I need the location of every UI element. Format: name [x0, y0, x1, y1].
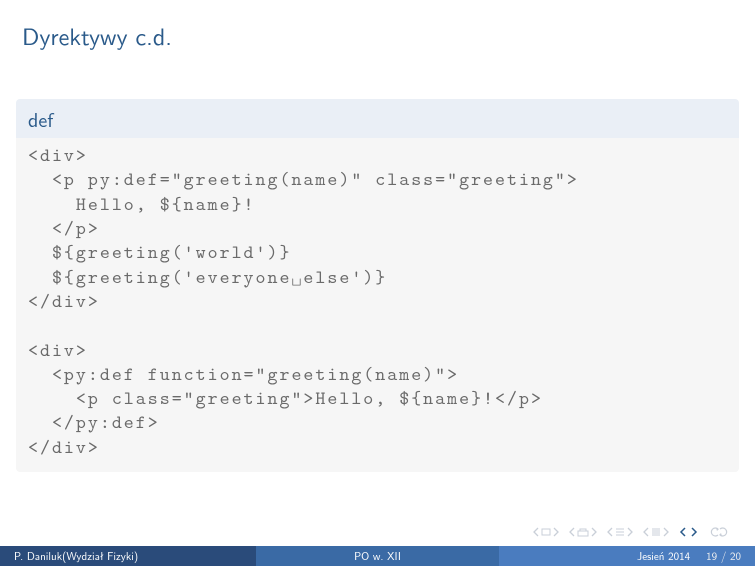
- footer-title: PO w. XII: [256, 546, 498, 566]
- footer-author: P. Daniluk(Wydział Fizyki): [0, 546, 256, 566]
- slide-title: Dyrektywy c.d.: [0, 0, 755, 53]
- nav-prev-section-icon[interactable]: [568, 527, 598, 537]
- nav-prev-slide-icon[interactable]: [532, 527, 560, 537]
- nav-circular-icon[interactable]: [707, 526, 731, 538]
- nav-back-forward-icon[interactable]: [678, 527, 699, 537]
- nav-frame-icon[interactable]: [642, 527, 670, 537]
- block-code: <div> <p py:def="greeting(name)" class="…: [16, 138, 739, 472]
- beamer-nav-icons: [532, 526, 731, 538]
- footer-bar: P. Daniluk(Wydział Fizyki) PO w. XII Jes…: [0, 546, 755, 566]
- code-block: def <div> <p py:def="greeting(name)" cla…: [16, 99, 739, 472]
- nav-subsection-icon[interactable]: [606, 527, 634, 537]
- footer-page-number: 19 / 20: [706, 548, 741, 564]
- block-header: def: [16, 99, 739, 138]
- footer-term: Jesień 2014: [637, 548, 690, 564]
